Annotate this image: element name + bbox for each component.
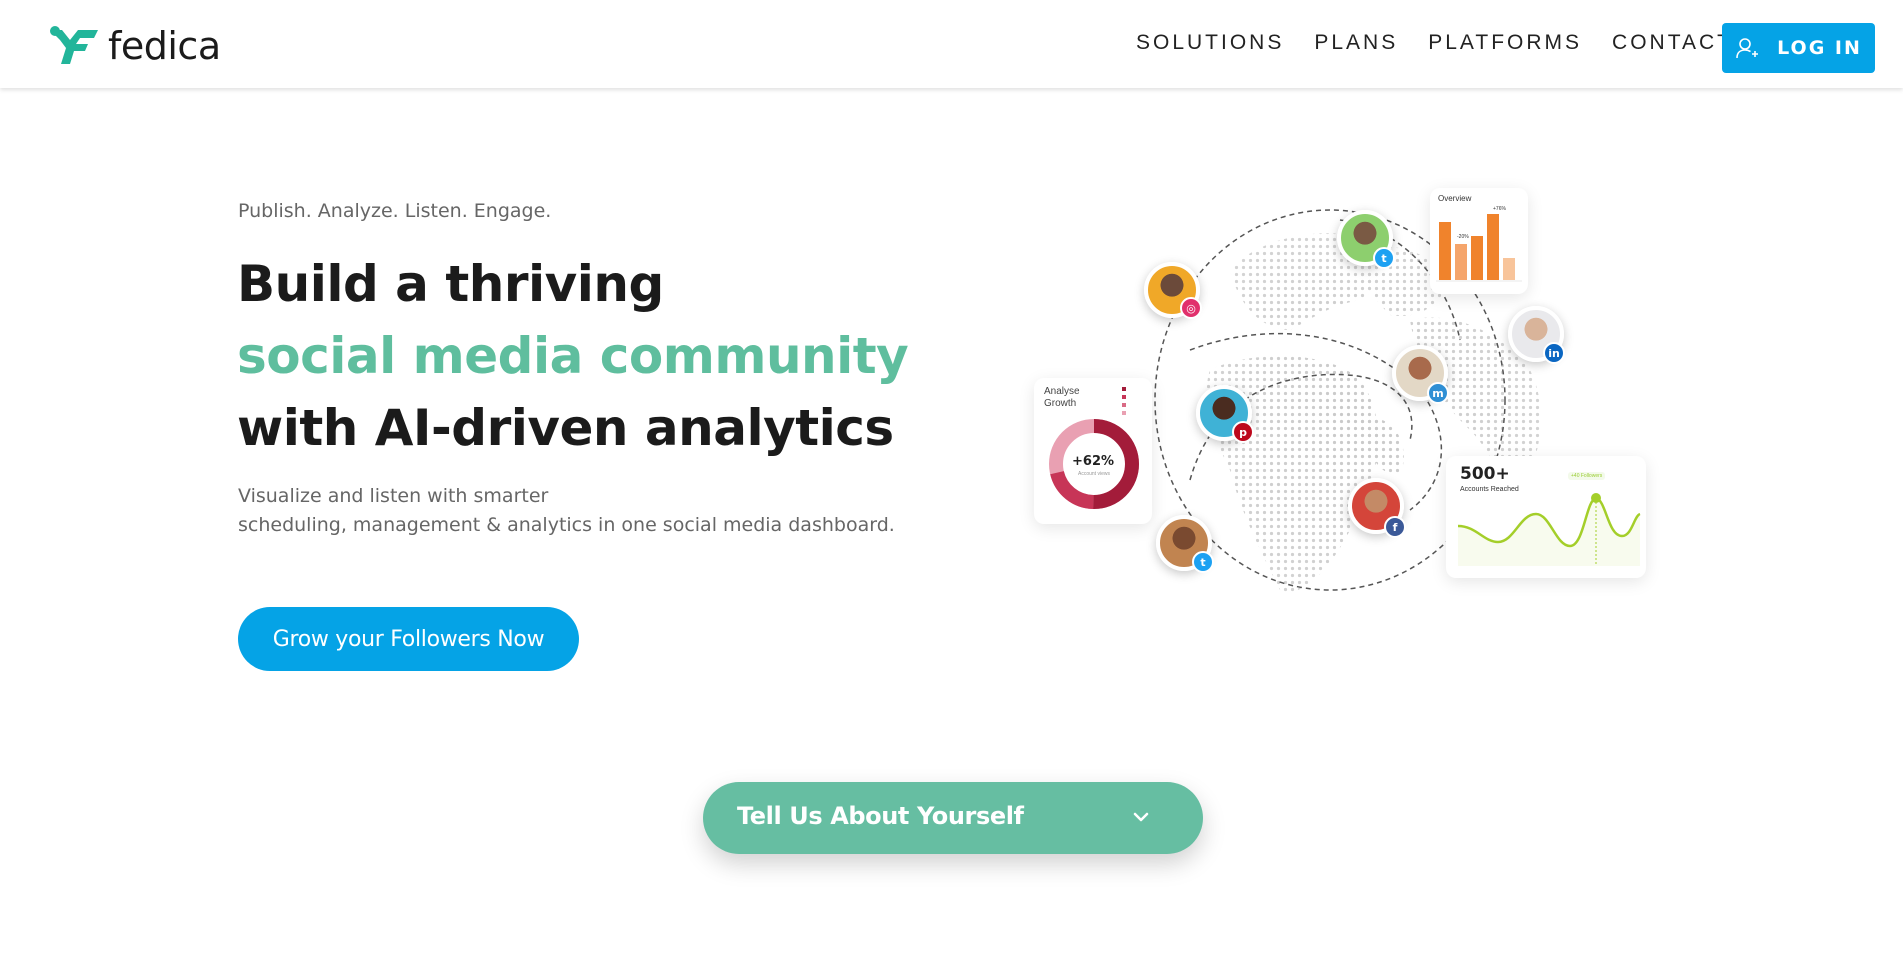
reach-card: 500+ Accounts Reached +40 Followers [1446,456,1646,578]
hero-illustration: Overview -20% +76% Analyse Growth +62% A… [1030,180,1660,670]
twitter-icon-bottom: t [1192,551,1214,573]
instagram-icon: ◎ [1180,297,1202,319]
twitter-icon: t [1373,247,1395,269]
tell-us-label: Tell Us About Yourself [737,802,1024,830]
nav-item-plans[interactable]: PLANS [1314,30,1398,56]
login-button[interactable]: LOG IN [1722,23,1875,73]
mastodon-icon: m [1427,382,1449,404]
chevron-down-icon [1133,812,1149,822]
facebook-icon: f [1384,516,1406,538]
growth-donut-chart [1049,387,1139,509]
growth-card: Analyse Growth +62% Account views [1034,378,1152,524]
site-header: fedica SOLUTIONS PLANS PLATFORMS CONTACT… [0,0,1903,88]
hero-headline: Build a thriving social media community … [237,248,909,464]
hero-description-line-2: scheduling, management & analytics in on… [238,514,895,536]
hero-description-line-1: Visualize and listen with smarter [238,485,549,507]
grow-followers-button[interactable]: Grow your Followers Now [238,607,579,671]
overview-card: Overview -20% +76% [1430,188,1528,294]
linkedin-icon: in [1543,342,1565,364]
nav-item-solutions[interactable]: SOLUTIONS [1136,30,1284,56]
growth-caption: Account views [1078,471,1110,477]
tell-us-dropdown[interactable]: Tell Us About Yourself [703,782,1203,854]
user-icon [1736,38,1759,59]
nav-item-contact[interactable]: CONTACT [1612,30,1733,56]
reach-line-chart [1457,493,1641,566]
main-nav: SOLUTIONS PLANS PLATFORMS CONTACT [1136,30,1763,56]
headline-line-3: with AI-driven analytics [237,399,894,457]
fedica-logo-icon [50,26,98,64]
login-label: LOG IN [1777,37,1862,59]
headline-line-2: social media community [237,327,909,385]
overview-bar-chart [1436,214,1522,282]
hero-description: Visualize and listen with smarter schedu… [238,482,895,540]
brand-logo[interactable]: fedica [48,26,221,66]
nav-item-platforms[interactable]: PLATFORMS [1428,30,1582,56]
growth-value: +62% [1072,454,1115,469]
headline-line-1: Build a thriving [237,255,664,313]
hero-tagline: Publish. Analyze. Listen. Engage. [238,200,552,222]
pinterest-icon: p [1232,421,1254,443]
brand-name: fedica [108,24,221,68]
